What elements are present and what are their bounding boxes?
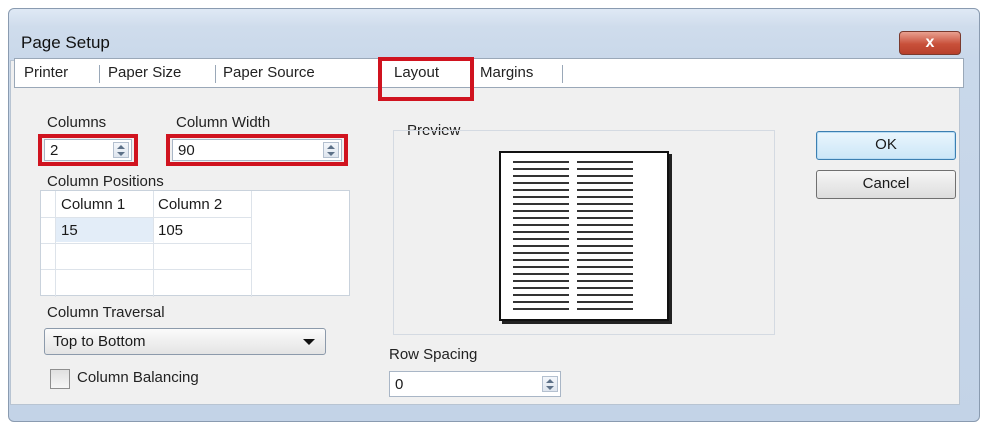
grid-line (41, 243, 251, 244)
tab-separator (215, 65, 216, 83)
chevron-down-icon[interactable] (303, 339, 315, 345)
preview-text-line (577, 196, 633, 198)
preview-text-line (513, 245, 569, 247)
grid-header-column-2: Column 2 (158, 196, 223, 213)
preview-text-line (577, 217, 633, 219)
preview-text-line (513, 224, 569, 226)
preview-text-line (577, 294, 633, 296)
preview-text-line (577, 189, 633, 191)
preview-text-line (513, 161, 569, 163)
layout-tab-highlight (378, 57, 474, 101)
tab-separator (99, 65, 100, 83)
row-spacing-value: 0 (395, 376, 404, 393)
row-spacing-stepper[interactable]: 0 (389, 371, 561, 397)
preview-text-line (513, 203, 569, 205)
preview-text-line (577, 280, 633, 282)
preview-text-line (577, 210, 633, 212)
preview-text-line (513, 294, 569, 296)
tab-printer[interactable]: Printer (24, 64, 68, 81)
preview-text-line (513, 217, 569, 219)
columns-label: Columns (47, 114, 107, 131)
close-button[interactable]: x (899, 31, 961, 55)
preview-text-line (577, 245, 633, 247)
preview-text-line (513, 168, 569, 170)
preview-text-line (577, 203, 633, 205)
preview-text-line (577, 252, 633, 254)
preview-text-line (577, 161, 633, 163)
preview-lines (513, 161, 633, 310)
preview-text-line (513, 189, 569, 191)
column-traversal-select[interactable]: Top to Bottom (44, 328, 326, 355)
preview-text-line (577, 238, 633, 240)
columns-highlight (38, 134, 138, 166)
preview-text-line (577, 308, 633, 310)
preview-text-line (513, 210, 569, 212)
column-positions-grid[interactable]: Column 1 Column 2 15 105 (40, 190, 350, 297)
preview-text-line (513, 182, 569, 184)
column-balancing-label: Column Balancing (77, 369, 199, 386)
tab-separator (562, 65, 563, 83)
preview-text-line (577, 175, 633, 177)
preview-text-line (513, 231, 569, 233)
grid-line (41, 269, 251, 270)
tab-margins[interactable]: Margins (480, 64, 533, 81)
preview-text-line (577, 287, 633, 289)
preview-text-line (513, 252, 569, 254)
ok-button[interactable]: OK (816, 131, 956, 160)
cancel-button[interactable]: Cancel (816, 170, 956, 199)
column-traversal-label: Column Traversal (47, 304, 165, 321)
column-width-label: Column Width (176, 114, 271, 131)
preview-text-line (513, 280, 569, 282)
tab-strip: Printer Paper Size Paper Source Layout M… (14, 58, 964, 88)
preview-text-line (513, 175, 569, 177)
preview-text-line (513, 301, 569, 303)
row-spacing-label: Row Spacing (389, 346, 478, 363)
preview-text-line (577, 266, 633, 268)
spin-arrows-icon[interactable] (542, 376, 558, 392)
preview-text-line (513, 308, 569, 310)
dialog-title: Page Setup (21, 33, 110, 52)
column-width-highlight (166, 134, 348, 166)
tab-paper-size[interactable]: Paper Size (108, 64, 181, 81)
grid-cell-col2[interactable]: 105 (158, 222, 183, 239)
preview-text-line (513, 259, 569, 261)
preview-text-line (577, 273, 633, 275)
grid-line (251, 191, 252, 297)
grid-line (55, 191, 56, 297)
preview-text-line (577, 182, 633, 184)
preview-text-line (513, 266, 569, 268)
grid-cell-col1[interactable]: 15 (61, 222, 78, 239)
preview-text-line (577, 259, 633, 261)
column-traversal-value: Top to Bottom (53, 333, 146, 350)
tab-paper-source[interactable]: Paper Source (223, 64, 315, 81)
preview-text-line (513, 238, 569, 240)
preview-text-line (513, 287, 569, 289)
grid-header-column-1: Column 1 (61, 196, 126, 213)
preview-text-line (577, 301, 633, 303)
column-balancing-checkbox[interactable] (50, 369, 70, 389)
preview-text-line (577, 168, 633, 170)
preview-text-line (577, 231, 633, 233)
preview-page (499, 151, 669, 321)
title-bar: Page Setup x (9, 9, 979, 61)
preview-text-line (513, 196, 569, 198)
grid-line (153, 191, 154, 297)
preview-text-line (513, 273, 569, 275)
column-positions-label: Column Positions (47, 173, 164, 190)
preview-text-line (577, 224, 633, 226)
